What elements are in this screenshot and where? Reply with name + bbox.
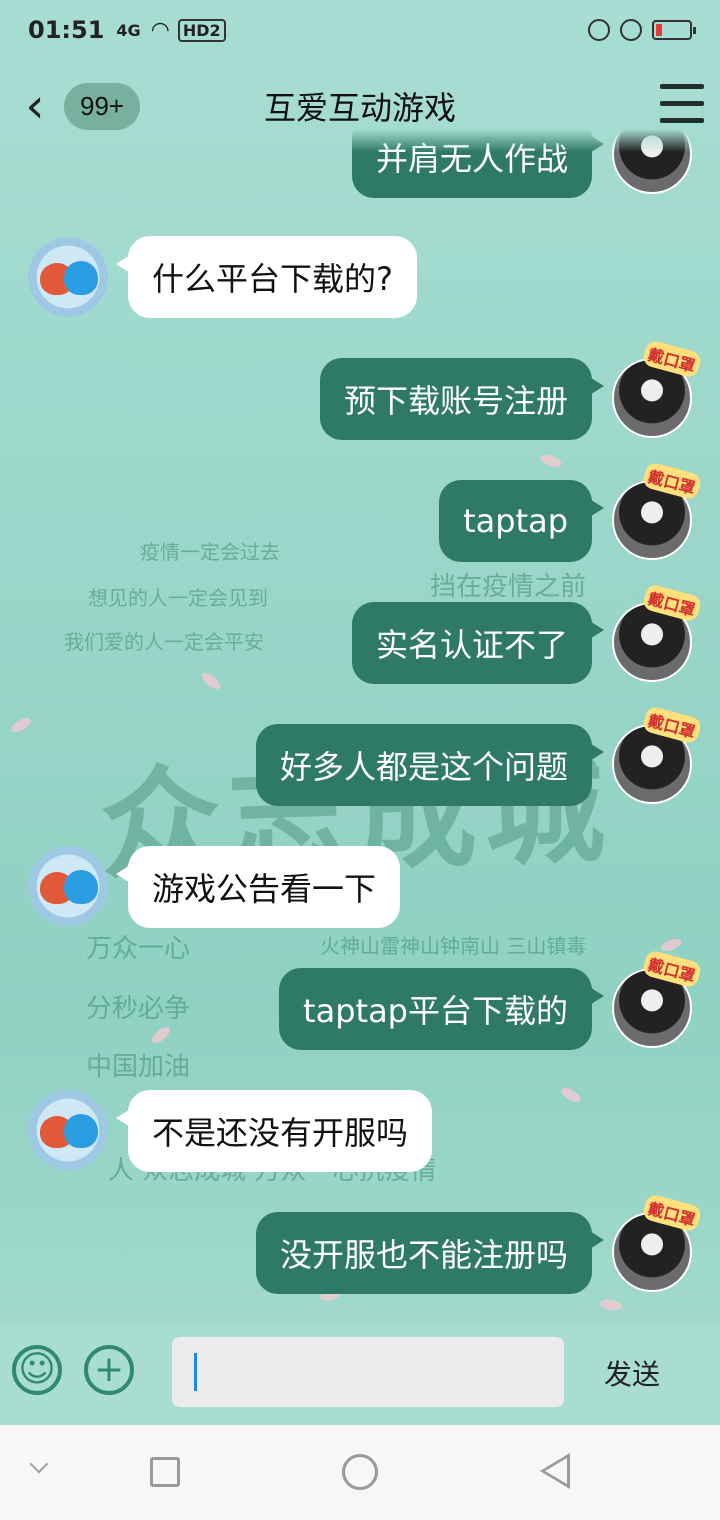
send-button[interactable]: 发送 xyxy=(604,1353,660,1393)
hide-keyboard-icon[interactable] xyxy=(29,1454,49,1474)
system-nav-bar xyxy=(0,1425,720,1520)
petal-decoration xyxy=(558,1085,584,1105)
message-bubble[interactable]: 预下载账号注册 xyxy=(319,358,605,440)
chat-screen: 疫情一定会过去 想见的人一定会见到 我们爱的人一定会平安 挡在疫情之前 众志成城… xyxy=(0,0,720,1425)
wifi-icon: ◠ xyxy=(150,17,170,43)
alarm-icon xyxy=(620,19,642,41)
message-row: 没开服也不能注册吗 xyxy=(255,1212,605,1294)
bg-text-3: 我们爱的人一定会平安 xyxy=(64,630,264,654)
menu-icon[interactable] xyxy=(660,84,704,126)
bg-text-7: 中国加油 xyxy=(86,1052,191,1082)
bg-text-4: 挡在疫情之前 xyxy=(430,572,587,602)
message-row: taptap xyxy=(439,480,604,562)
my-avatar[interactable] xyxy=(612,480,692,560)
my-avatar[interactable] xyxy=(612,602,692,682)
my-avatar[interactable] xyxy=(612,724,692,804)
signal-icon: 4G xyxy=(116,20,141,40)
message-row: 什么平台下载的? xyxy=(116,236,417,318)
chat-header: ‹ 99+ 互爱互动游戏 xyxy=(0,60,720,152)
contact-avatar[interactable] xyxy=(28,237,108,317)
contact-avatar[interactable] xyxy=(28,1090,108,1170)
message-bubble[interactable]: 实名认证不了 xyxy=(351,602,605,684)
message-bubble[interactable]: 好多人都是这个问题 xyxy=(255,724,605,806)
contact-avatar[interactable] xyxy=(28,846,108,926)
status-bar: 01:51 4G ◠ HD2 xyxy=(0,0,720,60)
bg-text-8: 火神山雷神山钟南山 三山镇毒 xyxy=(320,934,587,958)
add-icon[interactable]: + xyxy=(84,1345,134,1395)
message-bubble[interactable]: 什么平台下载的? xyxy=(116,236,417,318)
message-input[interactable] xyxy=(172,1337,564,1407)
message-row: 预下载账号注册 xyxy=(319,358,605,440)
back-triangle-icon[interactable] xyxy=(540,1453,570,1489)
message-bubble[interactable]: 游戏公告看一下 xyxy=(115,846,401,928)
text-caret xyxy=(194,1353,197,1391)
recents-icon[interactable] xyxy=(150,1457,180,1487)
unread-count-badge[interactable]: 99+ xyxy=(64,82,141,130)
home-icon[interactable] xyxy=(342,1454,378,1490)
back-chevron-icon[interactable]: ‹ xyxy=(10,76,60,136)
message-row: 好多人都是这个问题 xyxy=(255,724,605,806)
message-bubble[interactable]: 没开服也不能注册吗 xyxy=(255,1212,605,1294)
bg-text-5: 万众一心 xyxy=(86,934,191,964)
hd-icon: HD2 xyxy=(177,18,226,42)
status-icons xyxy=(588,19,696,41)
my-avatar[interactable] xyxy=(612,1212,692,1292)
petal-decoration xyxy=(599,1298,623,1312)
emoji-icon[interactable]: ☺ xyxy=(12,1345,62,1395)
petal-decoration xyxy=(538,452,564,470)
bg-text-1: 疫情一定会过去 xyxy=(140,540,280,564)
input-bar: ☺ + 发送 xyxy=(0,1325,720,1425)
petal-decoration xyxy=(199,670,223,692)
message-row: 实名认证不了 xyxy=(351,602,605,684)
bg-text-2: 想见的人一定会见到 xyxy=(88,586,268,610)
my-avatar[interactable] xyxy=(612,968,692,1048)
battery-icon xyxy=(652,20,696,40)
message-bubble[interactable]: 不是还没有开服吗 xyxy=(115,1090,433,1172)
message-row: taptap平台下载的 xyxy=(279,968,604,1050)
my-avatar[interactable] xyxy=(612,358,692,438)
message-bubble[interactable]: taptap平台下载的 xyxy=(279,968,604,1050)
petal-decoration xyxy=(658,936,684,954)
petal-decoration xyxy=(149,1024,173,1046)
message-row: 不是还没有开服吗 xyxy=(115,1090,433,1172)
lock-rotation-icon xyxy=(588,19,610,41)
status-time: 01:51 xyxy=(28,16,105,44)
message-row: 游戏公告看一下 xyxy=(115,846,401,928)
petal-decoration xyxy=(8,715,34,735)
message-bubble[interactable]: taptap xyxy=(439,480,604,562)
bg-text-6: 分秒必争 xyxy=(86,994,191,1024)
